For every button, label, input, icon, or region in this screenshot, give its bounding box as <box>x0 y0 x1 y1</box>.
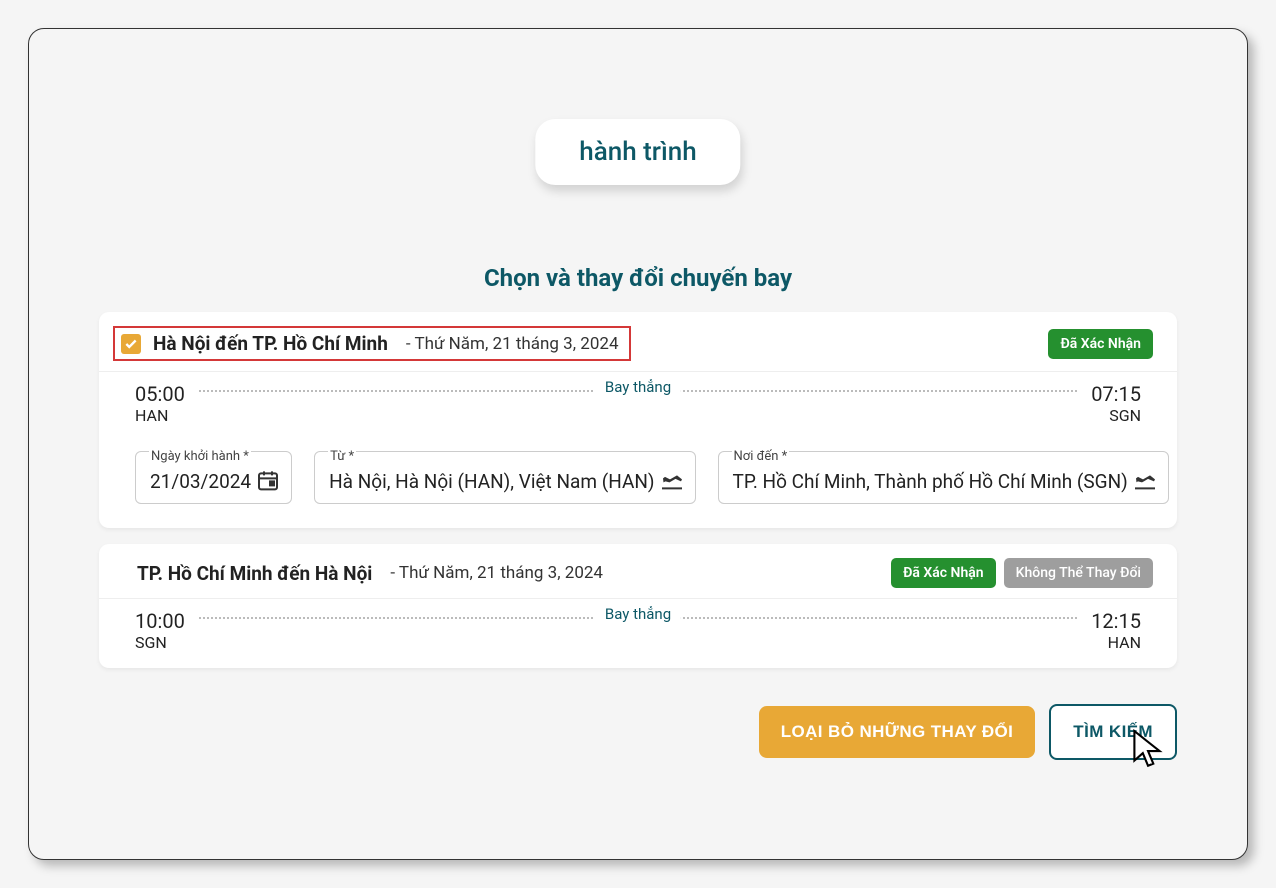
flight-header: TP. Hồ Chí Minh đến Hà Nội - Thứ Năm, 21… <box>99 544 1177 599</box>
route-title: TP. Hồ Chí Minh đến Hà Nội <box>137 562 372 585</box>
calendar-icon[interactable] <box>256 468 280 492</box>
flight-times: 05:00 HAN Bay thẳng 07:15 SGN <box>99 372 1177 441</box>
flight-times: 10:00 SGN Bay thẳng 12:15 HAN <box>99 599 1177 668</box>
route-date: - Thứ Năm, 21 tháng 3, 2024 <box>390 563 603 583</box>
actions-row: LOẠI BỎ NHỮNG THAY ĐỔI TÌM KIẾM <box>99 704 1177 760</box>
arrival-time: 12:15 <box>1091 609 1141 633</box>
flight-select-highlight: Hà Nội đến TP. Hồ Chí Minh - Thứ Năm, 21… <box>113 326 631 361</box>
arrival-code: SGN <box>1091 406 1141 425</box>
to-field[interactable]: Nơi đến * TP. Hồ Chí Minh, Thành phố Hồ … <box>718 451 1169 504</box>
plane-landing-icon <box>1133 468 1157 492</box>
edit-row: Ngày khởi hành * 21/03/2024 Từ * Hà Nội,… <box>99 441 1177 528</box>
departure-date-field[interactable]: Ngày khởi hành * 21/03/2024 <box>135 451 292 504</box>
plane-takeoff-icon <box>660 468 684 492</box>
flight-header: Hà Nội đến TP. Hồ Chí Minh - Thứ Năm, 21… <box>99 312 1177 372</box>
arrival-time: 07:15 <box>1091 382 1141 406</box>
status-badge-locked: Không Thể Thay Đổi <box>1004 558 1153 588</box>
discard-changes-button[interactable]: LOẠI BỎ NHỮNG THAY ĐỔI <box>759 706 1036 758</box>
check-icon <box>124 337 138 351</box>
section-title: Chọn và thay đổi chuyến bay <box>99 264 1177 292</box>
flight-checkbox[interactable] <box>121 334 141 354</box>
from-field[interactable]: Từ * Hà Nội, Hà Nội (HAN), Việt Nam (HAN… <box>314 451 695 504</box>
status-badge-confirmed: Đã Xác Nhận <box>891 558 996 588</box>
status-badge-confirmed: Đã Xác Nhận <box>1048 329 1153 359</box>
field-input[interactable]: Hà Nội, Hà Nội (HAN), Việt Nam (HAN) <box>314 451 695 504</box>
field-label: Nơi đến * <box>732 449 790 464</box>
departure-code: HAN <box>135 406 185 425</box>
direct-label: Bay thẳng <box>595 605 681 623</box>
search-button[interactable]: TÌM KIẾM <box>1049 704 1177 760</box>
flight-card: TP. Hồ Chí Minh đến Hà Nội - Thứ Năm, 21… <box>99 544 1177 668</box>
flight-card: Hà Nội đến TP. Hồ Chí Minh - Thứ Năm, 21… <box>99 312 1177 528</box>
direct-label: Bay thẳng <box>595 378 681 396</box>
field-label: Từ * <box>328 449 356 464</box>
route-date: - Thứ Năm, 21 tháng 3, 2024 <box>406 334 619 354</box>
departure-time: 05:00 <box>135 382 185 406</box>
route-title: Hà Nội đến TP. Hồ Chí Minh <box>153 332 388 355</box>
departure-time: 10:00 <box>135 609 185 633</box>
field-label: Ngày khởi hành * <box>149 449 251 464</box>
departure-code: SGN <box>135 633 185 652</box>
main-panel: hành trình Chọn và thay đổi chuyến bay H… <box>28 28 1248 860</box>
tab-itinerary[interactable]: hành trình <box>535 119 740 185</box>
arrival-code: HAN <box>1091 633 1141 652</box>
tab-label: hành trình <box>579 137 696 167</box>
